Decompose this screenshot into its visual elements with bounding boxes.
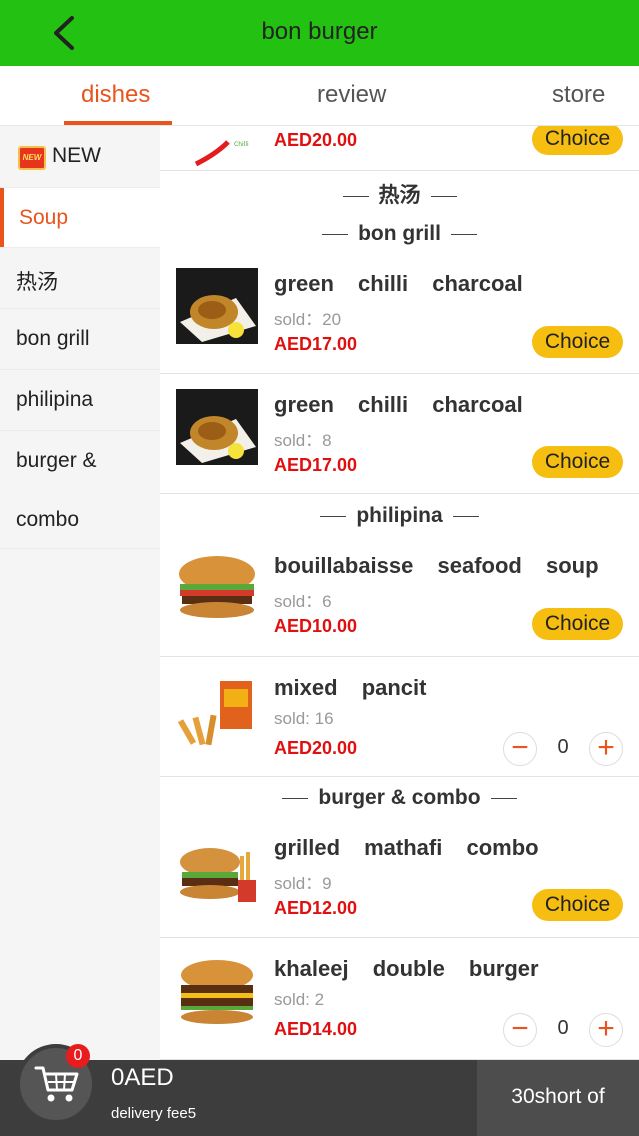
dish-name: bouillabaisse seafood soup: [274, 553, 599, 578]
dish-thumbnail: [176, 268, 258, 344]
page-title: bon burger: [261, 18, 378, 45]
sidebar-item-new[interactable]: NEW NEW: [0, 126, 160, 188]
sidebar-item-label: Soup: [19, 206, 69, 229]
dish-sold-count: sold: 16: [274, 709, 334, 728]
quantity-stepper: − 0 +: [503, 1013, 623, 1047]
sidebar-item-label: bon grill: [16, 327, 90, 350]
sidebar-item-philipina[interactable]: philipina: [0, 370, 160, 431]
category-sidebar: NEW NEW Soup 热汤 bon grill philipina burg…: [0, 126, 160, 1060]
quantity-value: 0: [557, 1017, 569, 1039]
dish-thumbnail: Chilli: [176, 126, 258, 170]
dish-sold-count: sold: 2: [274, 990, 325, 1009]
dish-price: AED14.00: [274, 1019, 358, 1039]
top-bar: bon burger: [0, 0, 639, 66]
quantity-value: 0: [557, 736, 569, 758]
section-title: bon grill: [358, 222, 441, 245]
dish-price: AED17.00: [274, 334, 358, 354]
dish-sold-count: sold：20: [274, 310, 342, 329]
dish-thumbnail: [176, 550, 258, 626]
dish-name: grilled mathafi combo: [274, 835, 539, 860]
sidebar-item-bon-grill[interactable]: bon grill: [0, 309, 160, 370]
sidebar-item-soup[interactable]: Soup: [0, 188, 160, 248]
section-header: 热汤: [160, 179, 639, 209]
sidebar-item-label: philipina: [16, 388, 94, 411]
delivery-fee: delivery fee5: [111, 1105, 197, 1122]
decrease-button[interactable]: −: [503, 1013, 537, 1047]
section-header: philipina: [160, 504, 639, 528]
dish-thumbnail: [176, 955, 258, 1031]
list-item: bouillabaisse seafood soup sold：6 AED10.…: [160, 535, 639, 657]
dish-price: AED20.00: [274, 738, 358, 758]
list-item: green chilli charcoal sold：20 AED17.00 C…: [160, 253, 639, 374]
cart-total: 0AED: [111, 1064, 174, 1091]
dish-name: green chilli charcoal: [274, 271, 523, 296]
choice-button[interactable]: Choice: [532, 889, 623, 921]
svg-text:Chilli: Chilli: [234, 141, 249, 148]
shopping-cart-icon: [34, 1066, 79, 1102]
choice-button[interactable]: Choice: [532, 126, 623, 155]
dish-price: AED20.00: [274, 130, 358, 150]
list-item: khaleej double burger sold: 2 AED14.00 −…: [160, 938, 639, 1060]
sidebar-item-label-line2: combo: [16, 508, 80, 531]
dish-price: AED12.00: [274, 898, 358, 918]
sidebar-item-label: burger &: [16, 449, 97, 472]
checkout-button[interactable]: 30short of: [477, 1060, 639, 1136]
tab-dishes[interactable]: dishes: [81, 81, 150, 109]
quantity-stepper: − 0 +: [503, 732, 623, 766]
new-badge-icon: NEW: [18, 146, 46, 170]
dish-sold-count: sold：8: [274, 431, 332, 450]
dish-thumbnail: [176, 389, 258, 465]
choice-button[interactable]: Choice: [532, 446, 623, 478]
dish-sold-count: sold：6: [274, 592, 332, 611]
sidebar-item-label: NEW: [52, 144, 101, 167]
section-title: burger & combo: [318, 786, 481, 809]
section-header: bon grill: [160, 222, 639, 246]
increase-button[interactable]: +: [589, 1013, 623, 1047]
increase-button[interactable]: +: [589, 732, 623, 766]
app-root: bon burger dishes review store NEW NEW S…: [0, 0, 639, 1136]
dish-thumbnail: [176, 834, 258, 910]
list-item: Chilli AED20.00 Choice: [160, 126, 639, 171]
section-title: philipina: [356, 504, 443, 527]
list-item: green chilli charcoal sold：8 AED17.00 Ch…: [160, 374, 639, 494]
cart-count-badge: 0: [66, 1044, 90, 1068]
list-item: mixed pancit sold: 16 AED20.00 − 0 +: [160, 657, 639, 777]
decrease-button[interactable]: −: [503, 732, 537, 766]
dish-list: Chilli AED20.00 Choice 热汤 bon grill gree…: [160, 126, 639, 1060]
section-header: burger & combo: [160, 786, 639, 810]
section-title: 热汤: [378, 184, 421, 207]
list-item: grilled mathafi combo sold：9 AED12.00 Ch…: [160, 817, 639, 938]
dish-thumbnail: [176, 675, 258, 751]
active-tab-indicator: [64, 121, 172, 125]
sidebar-item-burger-combo[interactable]: burger & combo: [0, 431, 160, 549]
cart-bar: 0 0AED delivery fee5 30short of: [0, 1044, 639, 1136]
tab-review[interactable]: review: [317, 81, 386, 109]
tab-store[interactable]: store: [552, 81, 605, 109]
dish-name: mixed pancit: [274, 675, 427, 700]
dish-name: green chilli charcoal: [274, 392, 523, 417]
sidebar-item-hot-soup[interactable]: 热汤: [0, 248, 160, 309]
choice-button[interactable]: Choice: [532, 608, 623, 640]
dish-price: AED17.00: [274, 455, 358, 475]
dish-name: khaleej double burger: [274, 956, 539, 981]
sidebar-item-label: 热汤: [16, 271, 58, 294]
dish-price: AED10.00: [274, 616, 358, 636]
tab-bar: dishes review store: [0, 66, 639, 126]
dish-sold-count: sold：9: [274, 874, 332, 893]
choice-button[interactable]: Choice: [532, 326, 623, 358]
